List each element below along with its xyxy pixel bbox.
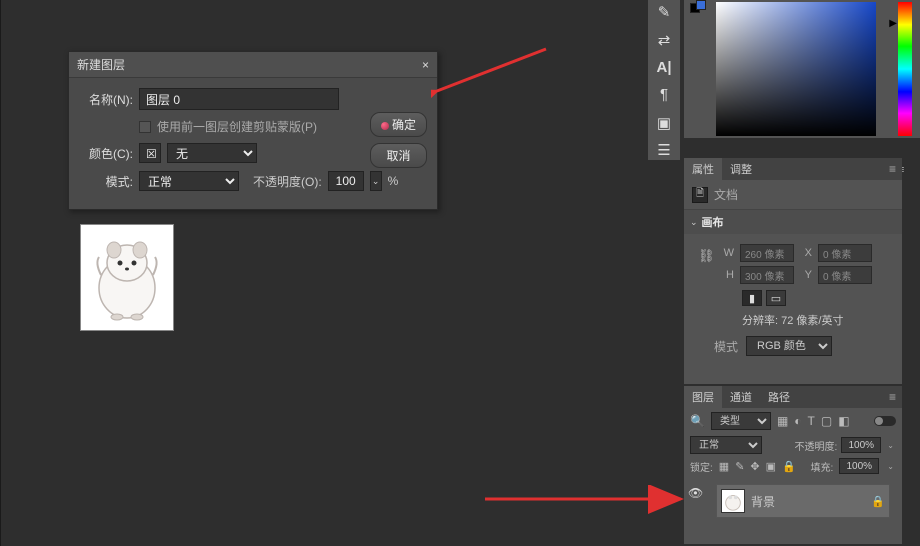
filter-shape-icon[interactable]: ▢ (821, 414, 832, 428)
layer-blend-select[interactable]: 正常 (690, 436, 762, 454)
x-input[interactable] (818, 244, 872, 262)
color-label: 颜色(C): (81, 145, 133, 162)
layer-row-background[interactable]: 背景 🔒 (716, 484, 890, 518)
layer-filter-select[interactable]: 类型 (711, 412, 771, 430)
layers-panel: 图层 通道 路径 ≡ 🔍 类型 ▦ ◐ T ▢ ◧ 正常 不透明度: 100% … (684, 386, 902, 544)
portrait-button[interactable]: ▮ (742, 290, 762, 306)
document-type-label: 文档 (714, 186, 738, 203)
sliders-icon[interactable]: ⇄ (654, 30, 674, 50)
cancel-button[interactable]: 取消 (370, 143, 427, 168)
ok-button[interactable]: 确定 (370, 112, 427, 137)
color-picker-panel: ▶ (684, 0, 920, 138)
y-label: Y (800, 269, 812, 281)
document-icon: 🗎 (692, 187, 708, 203)
chevron-down-icon[interactable]: ⌄ (885, 462, 896, 471)
character-icon[interactable]: A| (654, 57, 674, 77)
paragraph-icon[interactable]: ¶ (654, 85, 674, 105)
tab-paths[interactable]: 路径 (760, 386, 798, 408)
filter-text-icon[interactable]: T (808, 414, 815, 428)
lock-transparency-icon[interactable]: ▦ (719, 460, 729, 473)
properties-panel: 属性 调整 ≡ 🗎 文档 ⌄ 画布 W X H Y ▮ ▭ 分辨率: 72 像素… (684, 158, 902, 384)
color-mode-select[interactable]: RGB 颜色 (746, 336, 832, 356)
chevron-down-icon[interactable]: ⌄ (885, 441, 896, 450)
filter-smart-icon[interactable]: ◧ (838, 414, 849, 428)
lock-position-icon[interactable]: ✥ (750, 460, 759, 473)
image-icon[interactable]: ▣ (654, 113, 674, 133)
notes-icon[interactable]: ☰ (654, 140, 674, 160)
tab-properties[interactable]: 属性 (684, 158, 722, 180)
new-layer-dialog: 新建图层 × 名称(N): 使用前一图层创建剪贴蒙版(P) 颜色(C): ☒ 无… (68, 51, 438, 210)
fill-label: 填充: (811, 459, 834, 474)
annotation-arrow-2 (481, 485, 691, 515)
layer-opacity-label: 不透明度: (795, 438, 838, 453)
annotation-arrow-1 (431, 45, 551, 100)
blend-mode-select[interactable]: 正常 (139, 171, 239, 191)
tab-channels[interactable]: 通道 (722, 386, 760, 408)
lock-label: 锁定: (690, 459, 713, 474)
opacity-input[interactable] (328, 171, 364, 191)
opacity-label: 不透明度(O): (253, 173, 322, 190)
chevron-down-icon: ⌄ (690, 217, 698, 228)
percent-label: % (388, 174, 399, 188)
lock-all-icon[interactable]: 🔒 (782, 460, 796, 473)
filter-pixel-icon[interactable]: ▦ (777, 414, 788, 428)
layer-thumbnail (721, 489, 745, 513)
y-input[interactable] (818, 266, 872, 284)
dialog-title-text: 新建图层 (77, 56, 125, 73)
foreground-background-swatch[interactable] (690, 2, 712, 16)
layer-name-label: 背景 (751, 493, 775, 510)
resolution-label: 分辨率: 72 像素/英寸 (742, 312, 892, 328)
width-input[interactable] (740, 244, 794, 262)
tab-adjustments[interactable]: 调整 (722, 158, 760, 180)
color-swatch[interactable]: ☒ (139, 143, 161, 163)
canvas-workspace: 新建图层 × 名称(N): 使用前一图层创建剪贴蒙版(P) 颜色(C): ☒ 无… (0, 0, 640, 546)
color-field[interactable] (716, 2, 876, 136)
clip-mask-checkbox[interactable] (139, 121, 151, 133)
right-tool-strip: ✎ ⇄ A| ¶ ▣ ☰ (648, 0, 680, 160)
canvas-section-header[interactable]: ⌄ 画布 (684, 210, 902, 234)
visibility-eye-icon[interactable]: 👁 (688, 486, 703, 500)
opacity-caret-icon[interactable]: ⌄ (370, 171, 382, 191)
lock-icon[interactable]: 🔒 (871, 495, 885, 508)
layer-opacity-input[interactable]: 100% (841, 437, 881, 453)
fill-input[interactable]: 100% (839, 458, 879, 474)
x-label: X (800, 247, 812, 259)
mode-label: 模式: (81, 173, 133, 190)
landscape-button[interactable]: ▭ (766, 290, 786, 306)
lock-artboard-icon[interactable]: ▣ (766, 460, 776, 473)
lock-pixels-icon[interactable]: ✎ (735, 460, 744, 473)
panel-menu-icon[interactable]: ≡ (883, 390, 902, 404)
hue-slider[interactable] (898, 2, 912, 136)
filter-toggle[interactable] (874, 416, 896, 426)
link-wh-icon[interactable]: ⛓ (698, 248, 715, 264)
color-mode-label: 模式 (714, 338, 738, 355)
name-label: 名称(N): (81, 91, 133, 108)
color-select[interactable]: 无 (167, 143, 257, 163)
height-input[interactable] (740, 266, 794, 284)
layer-name-input[interactable] (139, 88, 339, 110)
width-label: W (722, 247, 734, 259)
panel-menu-icon[interactable]: ≡ (883, 162, 902, 176)
hue-indicator-icon: ▶ (889, 18, 897, 29)
clip-mask-label: 使用前一图层创建剪贴蒙版(P) (157, 118, 317, 135)
search-icon[interactable]: 🔍 (690, 414, 705, 428)
tab-layers[interactable]: 图层 (684, 386, 722, 408)
filter-adjust-icon[interactable]: ◐ (794, 414, 801, 428)
dialog-close-icon[interactable]: × (422, 58, 429, 72)
document-thumbnail (80, 224, 174, 331)
height-label: H (722, 269, 734, 281)
brush-settings-icon[interactable]: ✎ (654, 2, 674, 22)
